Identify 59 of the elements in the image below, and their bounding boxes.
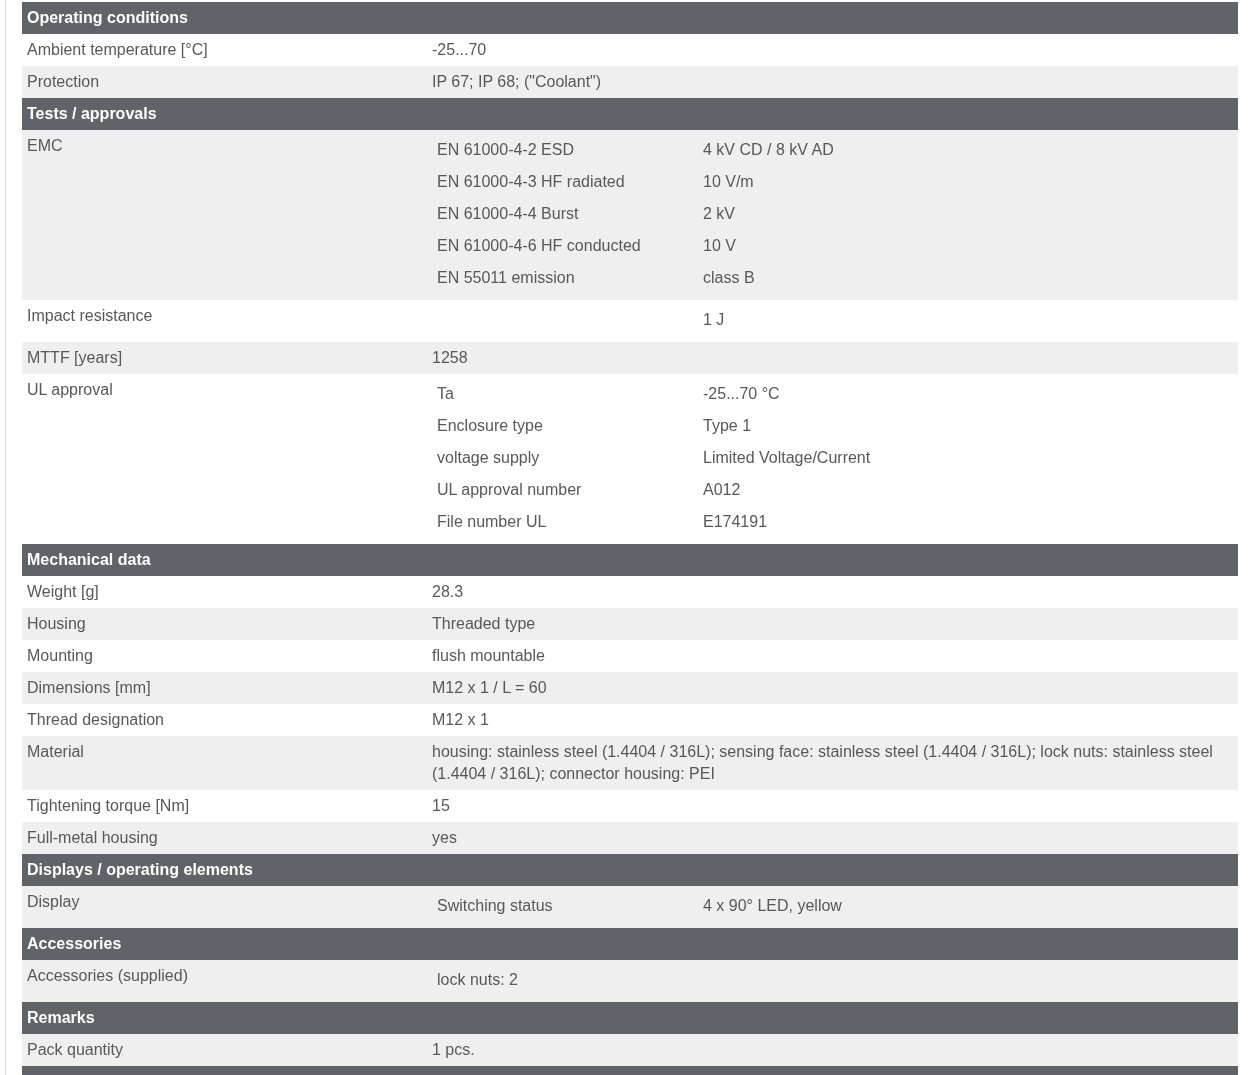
detail-name: File number UL xyxy=(437,513,547,530)
section-header: Mechanical data xyxy=(22,544,1238,576)
detail-name: Ta xyxy=(437,385,454,402)
detail-value: class B xyxy=(703,269,755,286)
property-label: MTTF [years] xyxy=(27,349,123,366)
property-value: M12 x 1 xyxy=(432,711,489,728)
property-label: Accessories (supplied) xyxy=(27,967,188,984)
property-label: UL approval xyxy=(27,381,113,398)
detail-name: Enclosure type xyxy=(437,417,543,434)
section-header: Displays / operating elements xyxy=(22,854,1238,886)
detail-value: 10 V xyxy=(703,237,736,254)
property-value: 1 pcs. xyxy=(432,1041,475,1058)
detail-value: A012 xyxy=(703,481,741,498)
property-label: Ambient temperature [°C] xyxy=(27,41,208,58)
detail-name: EN 61000-4-3 HF radiated xyxy=(437,173,625,190)
property-label: Material xyxy=(27,743,84,760)
property-label: Weight [g] xyxy=(27,583,99,600)
property-value: M12 x 1 / L = 60 xyxy=(432,679,547,696)
detail-value: 1 J xyxy=(703,311,725,328)
detail-name: EN 61000-4-2 ESD xyxy=(437,141,574,158)
detail-name: lock nuts: 2 xyxy=(437,971,518,988)
detail-value: 10 V/m xyxy=(703,173,754,190)
property-value: flush mountable xyxy=(432,647,545,664)
property-label: EMC xyxy=(27,137,63,154)
property-label: Display xyxy=(27,893,80,910)
property-label: Thread designation xyxy=(27,711,164,728)
property-value: housing: stainless steel (1.4404 / 316L); sensing face: stainless steel (1.4404 / 316L); lock nuts: stainless steel (1.4404 / 316L); connector housing: PEI xyxy=(432,743,1213,782)
detail-name: Switching status xyxy=(437,897,553,914)
detail-value: -25...70 °C xyxy=(703,385,780,402)
detail-value: Limited Voltage/Current xyxy=(703,449,871,466)
property-label: Pack quantity xyxy=(27,1041,124,1058)
property-label: Mounting xyxy=(27,647,93,664)
detail-name: UL approval number xyxy=(437,481,582,498)
section-header: Remarks xyxy=(22,1002,1238,1034)
property-value: Threaded type xyxy=(432,615,536,632)
property-value: IP 67; IP 68; ("Coolant") xyxy=(432,73,602,90)
detail-value: E174191 xyxy=(703,513,768,530)
detail-name: EN 55011 emission xyxy=(437,269,575,286)
section-header: Accessories xyxy=(22,928,1238,960)
property-value: yes xyxy=(432,829,457,846)
detail-value: Type 1 xyxy=(703,417,752,434)
detail-name: EN 61000-4-6 HF conducted xyxy=(437,237,641,254)
section-header: Operating conditions xyxy=(22,2,1238,34)
detail-name: voltage supply xyxy=(437,449,540,466)
property-value: -25...70 xyxy=(432,41,487,58)
property-label: Tightening torque [Nm] xyxy=(27,797,190,814)
property-value: 28.3 xyxy=(432,583,464,600)
property-label: Housing xyxy=(27,615,86,632)
property-label: Dimensions [mm] xyxy=(27,679,151,696)
property-label: Protection xyxy=(27,73,100,90)
section-header: Tests / approvals xyxy=(22,98,1238,130)
property-label: Full-metal housing xyxy=(27,829,158,846)
detail-value: 2 kV xyxy=(703,205,735,222)
property-value: 1258 xyxy=(432,349,468,366)
detail-name: EN 61000-4-4 Burst xyxy=(437,205,579,222)
property-value: 15 xyxy=(432,797,450,814)
property-label: Impact resistance xyxy=(27,307,153,324)
detail-value: 4 kV CD / 8 kV AD xyxy=(703,141,834,158)
detail-value: 4 x 90° LED, yellow xyxy=(703,897,842,914)
